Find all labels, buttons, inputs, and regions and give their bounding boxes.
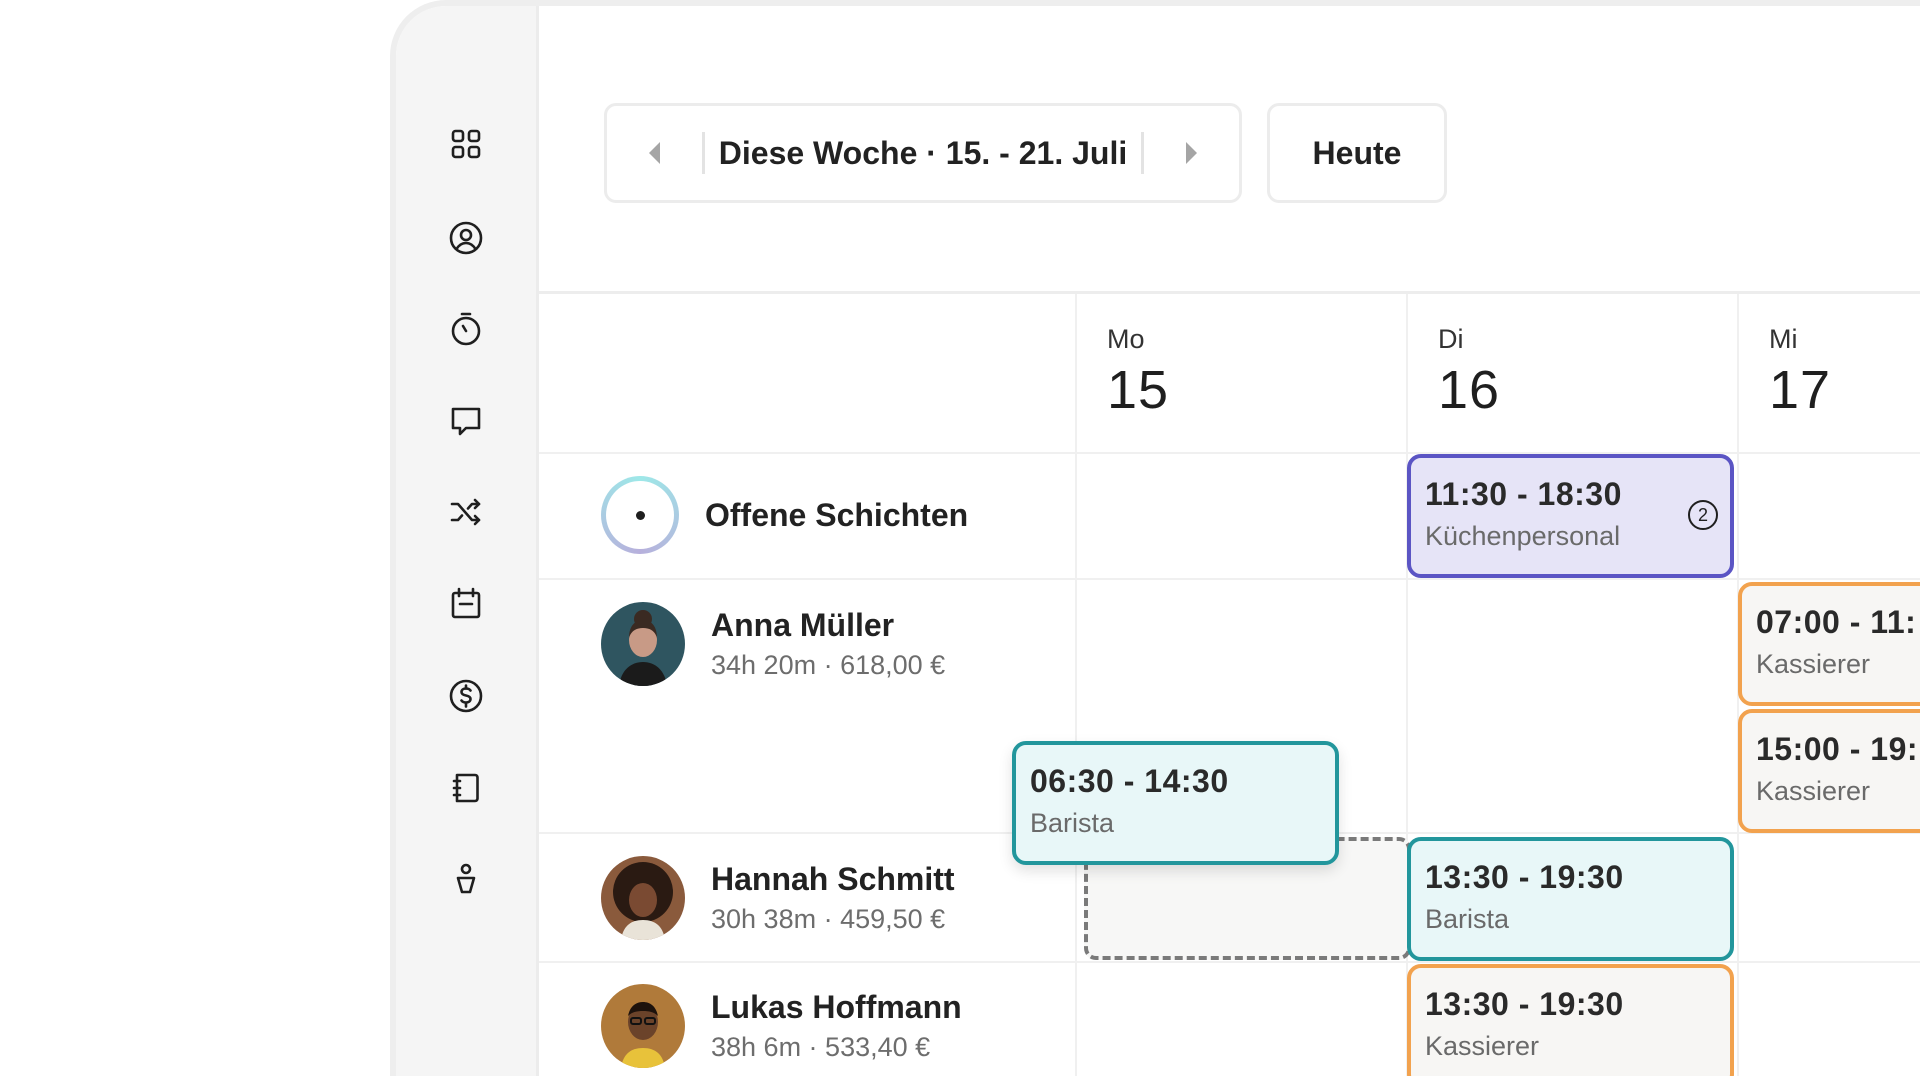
chevron-left-icon bbox=[649, 142, 660, 164]
chat-icon bbox=[451, 407, 481, 436]
toolbar: Diese Woche · 15. - 21. Juli Heute bbox=[539, 6, 1920, 294]
open-shifts-icon bbox=[601, 476, 679, 554]
shift-card-hannah[interactable]: 13:30 - 19:30 Barista bbox=[1407, 837, 1734, 961]
nav-dashboard[interactable] bbox=[439, 117, 493, 171]
app-window: Diese Woche · 15. - 21. Juli Heute Mo 15… bbox=[390, 0, 1920, 1076]
notebook-icon bbox=[452, 773, 479, 803]
next-week-button[interactable] bbox=[1144, 106, 1239, 200]
day-header-mi: Mi 17 bbox=[1769, 324, 1831, 421]
dollar-icon bbox=[449, 679, 483, 713]
shift-role: Barista bbox=[1425, 904, 1510, 934]
employee-anna[interactable]: Anna Müller 34h 20m · 618,00 € bbox=[601, 602, 945, 686]
day-number: 15 bbox=[1107, 360, 1170, 420]
person-icon bbox=[456, 863, 476, 894]
day-name: Mi bbox=[1769, 324, 1798, 354]
avatar bbox=[601, 856, 685, 940]
previous-week-button[interactable] bbox=[607, 106, 702, 200]
shift-time: 07:00 - 11: bbox=[1756, 604, 1917, 640]
avatar bbox=[601, 602, 685, 686]
column-divider bbox=[1075, 294, 1077, 1076]
main-content: Diese Woche · 15. - 21. Juli Heute Mo 15… bbox=[539, 6, 1920, 1076]
day-number: 16 bbox=[1438, 360, 1501, 420]
grid-icon bbox=[451, 129, 481, 159]
nav-staff[interactable] bbox=[439, 853, 493, 907]
employee-hannah[interactable]: Hannah Schmitt 30h 38m · 459,50 € bbox=[601, 856, 955, 940]
stopwatch-icon bbox=[451, 312, 481, 346]
day-header-di: Di 16 bbox=[1438, 324, 1500, 421]
nav-messages[interactable] bbox=[439, 394, 493, 448]
nav-time-tracking[interactable] bbox=[439, 302, 493, 356]
shift-role: Kassierer bbox=[1756, 776, 1871, 806]
nav-profile[interactable] bbox=[439, 211, 493, 265]
open-shifts-row-label[interactable]: Offene Schichten bbox=[601, 476, 968, 554]
employee-name: Lukas Hoffmann bbox=[711, 989, 962, 1025]
employee-name: Anna Müller bbox=[711, 607, 895, 643]
nav-shift-swap[interactable] bbox=[439, 485, 493, 539]
shift-card-anna-mi-2[interactable]: 15:00 - 19: Kassierer bbox=[1738, 709, 1920, 833]
calendar-icon bbox=[451, 587, 481, 619]
week-picker: Diese Woche · 15. - 21. Juli bbox=[604, 103, 1242, 203]
shift-time: 13:30 - 19:30 bbox=[1425, 986, 1624, 1022]
shift-card-anna-mi-1[interactable]: 07:00 - 11: Kassierer bbox=[1738, 582, 1920, 706]
avatar bbox=[601, 984, 685, 1068]
nav-payroll[interactable] bbox=[439, 669, 493, 723]
day-name: Mo bbox=[1107, 324, 1145, 354]
open-count-badge: 2 bbox=[1688, 500, 1718, 530]
chevron-right-icon bbox=[1186, 142, 1197, 164]
employee-stats: 30h 38m · 459,50 € bbox=[711, 904, 946, 934]
open-shifts-label: Offene Schichten bbox=[705, 496, 969, 533]
shift-time: 15:00 - 19: bbox=[1756, 731, 1919, 767]
row-divider bbox=[539, 578, 1920, 580]
employee-stats: 38h 6m · 533,40 € bbox=[711, 1032, 931, 1062]
row-divider bbox=[539, 961, 1920, 963]
shift-card-open[interactable]: 11:30 - 18:30 Küchenpersonal 2 bbox=[1407, 454, 1734, 578]
shuffle-icon bbox=[450, 498, 481, 526]
shift-time: 11:30 - 18:30 bbox=[1425, 476, 1622, 512]
employee-lukas[interactable]: Lukas Hoffmann 38h 6m · 533,40 € bbox=[601, 984, 962, 1068]
user-circle-icon bbox=[449, 221, 483, 255]
sidebar bbox=[396, 6, 539, 1076]
nav-schedule[interactable] bbox=[439, 577, 493, 631]
day-header-mo: Mo 15 bbox=[1107, 324, 1169, 421]
shift-time: 06:30 - 14:30 bbox=[1030, 763, 1229, 799]
day-number: 17 bbox=[1769, 360, 1832, 420]
employee-name: Hannah Schmitt bbox=[711, 861, 955, 897]
day-name: Di bbox=[1438, 324, 1464, 354]
nav-logbook[interactable] bbox=[439, 761, 493, 815]
employee-stats: 34h 20m · 618,00 € bbox=[711, 650, 946, 680]
shift-time: 13:30 - 19:30 bbox=[1425, 859, 1624, 895]
shift-role: Kassierer bbox=[1425, 1031, 1540, 1061]
week-label[interactable]: Diese Woche · 15. - 21. Juli bbox=[705, 135, 1141, 172]
shift-card-lukas[interactable]: 13:30 - 19:30 Kassierer bbox=[1407, 964, 1734, 1076]
column-divider bbox=[1406, 294, 1408, 1076]
shift-role: Barista bbox=[1030, 808, 1115, 838]
shift-role: Kassierer bbox=[1756, 649, 1871, 679]
shift-card-dragging[interactable]: 06:30 - 14:30 Barista bbox=[1012, 741, 1339, 865]
schedule-grid: Mo 15 Di 16 Mi 17 Offene Schichten Anna … bbox=[539, 294, 1920, 1076]
today-button[interactable]: Heute bbox=[1267, 103, 1447, 203]
shift-role: Küchenpersonal bbox=[1425, 521, 1621, 551]
